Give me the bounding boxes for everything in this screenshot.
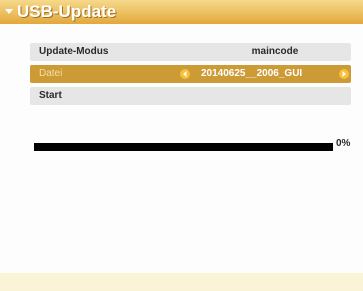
title-bar: USB-Update bbox=[0, 0, 363, 24]
progress-percent: 0% bbox=[336, 138, 351, 149]
window-title: USB-Update bbox=[17, 2, 117, 21]
file-value: 20140625__2006_GUI bbox=[201, 68, 303, 79]
update-mode-value: maincode bbox=[251, 46, 299, 57]
arrow-right-icon[interactable] bbox=[339, 69, 349, 79]
file-label: Datei bbox=[39, 68, 63, 79]
arrow-left-icon[interactable] bbox=[180, 69, 190, 79]
progress-bar bbox=[34, 143, 333, 151]
progress-fill bbox=[34, 143, 333, 151]
menu-bullet-icon bbox=[5, 9, 13, 14]
footer-bar bbox=[0, 273, 363, 291]
start-label: Start bbox=[39, 90, 62, 101]
update-mode-row[interactable]: Update-Modus maincode bbox=[30, 43, 351, 61]
start-button[interactable]: Start bbox=[30, 87, 351, 105]
file-select-row[interactable]: Datei 20140625__2006_GUI bbox=[30, 65, 351, 83]
